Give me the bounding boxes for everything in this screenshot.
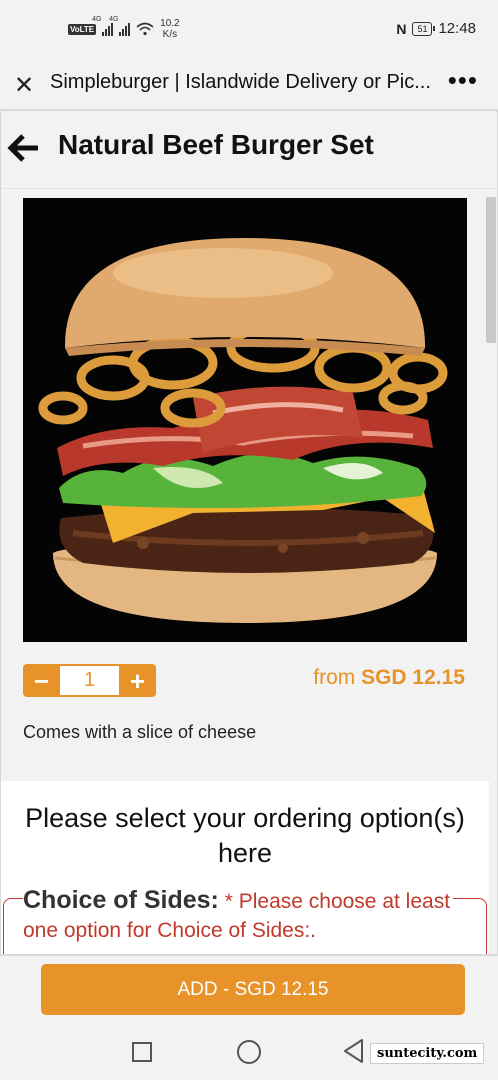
close-icon[interactable]: ✕ bbox=[14, 71, 34, 100]
network-speed: 10.2 K/s bbox=[160, 18, 180, 40]
circle-icon[interactable] bbox=[237, 1040, 261, 1064]
price-prefix: from bbox=[313, 666, 356, 689]
triangle-back-icon[interactable] bbox=[342, 1038, 366, 1064]
price-label: from SGD 12.15 bbox=[313, 666, 465, 690]
price-amount: SGD 12.15 bbox=[361, 666, 465, 689]
more-vert-icon[interactable]: ••• bbox=[448, 65, 478, 96]
sides-label: Choice of Sides: bbox=[23, 886, 219, 914]
wifi-icon bbox=[136, 22, 154, 36]
increase-button[interactable]: + bbox=[119, 664, 156, 697]
page-title: Natural Beef Burger Set bbox=[58, 129, 374, 160]
watermark: suntecity.com bbox=[370, 1043, 485, 1064]
battery-icon: 51 bbox=[412, 21, 436, 36]
product-description: Comes with a slice of cheese bbox=[23, 722, 257, 742]
signal-icon: 4G bbox=[109, 16, 131, 36]
add-to-cart-bar: ADD - SGD 12.15 bbox=[0, 955, 498, 1023]
arrow-left-icon[interactable] bbox=[7, 131, 41, 165]
nfc-icon: N bbox=[396, 20, 407, 37]
system-nav-bar: suntecity.com bbox=[0, 1023, 498, 1080]
scrollbar[interactable] bbox=[486, 197, 496, 343]
square-icon[interactable] bbox=[132, 1042, 152, 1062]
burger-photo bbox=[23, 198, 467, 642]
quantity-value[interactable]: 1 bbox=[60, 664, 119, 697]
page-header: Natural Beef Burger Set bbox=[1, 111, 497, 189]
decrease-button[interactable]: − bbox=[23, 664, 60, 697]
status-right: N 51 12:48 bbox=[396, 20, 476, 37]
options-heading: Please select your ordering option(s) he… bbox=[25, 803, 465, 868]
browser-title: Simpleburger | Islandwide Delivery or Pi… bbox=[50, 71, 431, 93]
clock: 12:48 bbox=[438, 20, 476, 37]
volte-badge: VoLTE bbox=[68, 23, 97, 35]
signal-icon: 4G bbox=[92, 16, 114, 36]
browser-toolbar: ✕ Simpleburger | Islandwide Delivery or … bbox=[0, 60, 498, 110]
add-to-cart-button[interactable]: ADD - SGD 12.15 bbox=[41, 964, 465, 1015]
quantity-stepper[interactable]: − 1 + bbox=[23, 664, 156, 697]
sides-label-group: Choice of Sides: * Please choose at leas… bbox=[23, 886, 453, 945]
status-left: VoLTE 4G 4G 10.2 K/s bbox=[68, 16, 180, 40]
status-bar: VoLTE 4G 4G 10.2 K/s N 51 12:48 bbox=[0, 0, 498, 60]
web-page: Natural Beef Burger Set − 1 + from SGD 1… bbox=[0, 110, 498, 955]
options-card: Please select your ordering option(s) he… bbox=[1, 781, 489, 954]
